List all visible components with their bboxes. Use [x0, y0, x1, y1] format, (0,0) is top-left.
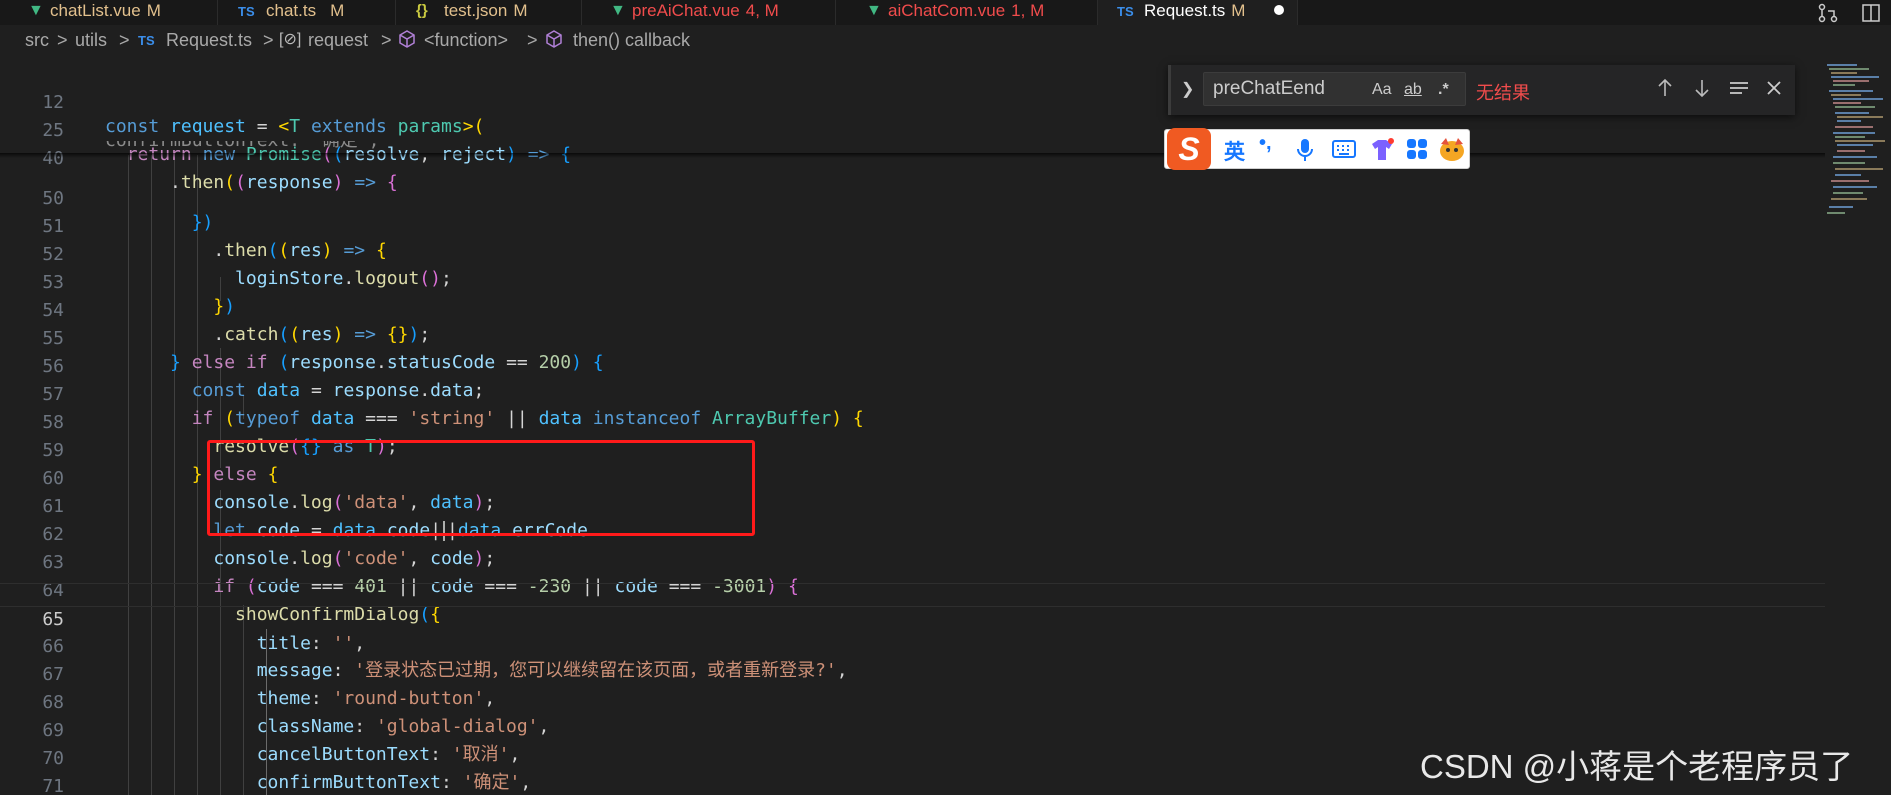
tab-label: aiChatCom.vue — [888, 1, 1006, 20]
highlight-annotation-box — [207, 440, 755, 536]
breadcrumb-separator: > — [57, 30, 68, 50]
code-line: 50 }) — [0, 163, 1825, 233]
ts-icon: TS — [1117, 4, 1134, 19]
mascot-icon[interactable] — [1437, 135, 1467, 168]
code-editor[interactable]: 12 const request = <T extends params>( 2… — [0, 55, 1825, 795]
split-editor-icon[interactable] — [1861, 3, 1881, 23]
function-cube-icon — [398, 28, 416, 56]
unsaved-dot-icon[interactable] — [1274, 5, 1284, 15]
tab-label: preAiChat.vue — [632, 1, 740, 20]
tab-label: Request.ts — [1144, 1, 1226, 20]
toggle-replace-chevron-icon[interactable]: ❯ — [1181, 79, 1194, 99]
code-line: 51 .then((res) => { — [0, 191, 1825, 261]
code-line: 53 }) — [0, 247, 1825, 317]
breadcrumb-separator: > — [527, 30, 538, 50]
find-input[interactable]: preChatEend Aa ab .* — [1203, 72, 1466, 106]
breadcrumb-item-request[interactable]: request — [308, 28, 368, 52]
breadcrumb-item-file[interactable]: Request.ts — [166, 28, 252, 52]
json-icon: {} — [416, 2, 428, 19]
breadcrumb-item-callback[interactable]: then() callback — [573, 28, 690, 52]
tab-label: test.json — [444, 1, 508, 20]
breadcrumb-item-function[interactable]: <function> — [424, 28, 508, 52]
toolbox-grid-icon[interactable] — [1406, 138, 1428, 165]
code-line: 55 } else if (response.statusCode == 200… — [0, 303, 1825, 373]
breadcrumb-item-utils[interactable]: utils — [75, 28, 107, 52]
breadcrumb-separator: > — [263, 30, 274, 50]
vue-icon: ▼ — [610, 2, 626, 19]
tab-status: M — [146, 1, 161, 20]
code-line: 66 message: '登录状态已过期，您可以继续留在该页面，或者重新登录?'… — [0, 611, 1825, 681]
tab-status: M — [513, 1, 528, 20]
csdn-watermark: CSDN @小蒋是个老程序员了 — [1420, 748, 1854, 785]
breadcrumb-separator: > — [381, 30, 392, 50]
ts-file-icon: TS — [138, 33, 155, 48]
ts-icon: TS — [238, 4, 255, 19]
tab-status: 4, M — [745, 1, 779, 20]
hidden-code-text: confirmButtonText: '确定', — [105, 141, 379, 153]
tab-aichatcom-vue[interactable]: ▼ aiChatCom.vue 1, M — [836, 0, 1098, 25]
tab-chat-ts[interactable]: TS chat.ts M — [218, 0, 396, 25]
match-whole-word-icon[interactable]: ab — [1404, 81, 1422, 99]
code-line: 54 .catch((res) => {}); — [0, 275, 1825, 345]
tab-status: 1, M — [1011, 1, 1045, 20]
code-line: 56 const data = response.data; — [0, 331, 1825, 401]
tab-status: M — [330, 1, 345, 20]
breadcrumb: src > utils > TS Request.ts > [⊘] reques… — [0, 28, 1891, 52]
code-line: 67 theme: 'round-button', — [0, 639, 1825, 709]
editor-tab-bar: ▼ chatList.vue M TS chat.ts M {} test.json… — [0, 0, 1891, 25]
use-regex-icon[interactable]: .* — [1438, 81, 1449, 99]
previous-match-arrow-icon[interactable] — [1656, 77, 1674, 104]
keyboard-icon[interactable] — [1332, 138, 1356, 165]
microphone-icon[interactable] — [1296, 138, 1314, 167]
code-line: 57 if (typeof data === 'string' || data … — [0, 359, 1825, 429]
minimap[interactable] — [1825, 60, 1891, 260]
code-line: 64 showConfirmDialog({ — [0, 555, 1825, 625]
vue-icon: ▼ — [866, 2, 882, 19]
code-line: 68 className: 'global-dialog', — [0, 667, 1825, 737]
code-line-current: 65 title: '', — [0, 583, 1825, 654]
line-number: 71 — [42, 776, 64, 795]
method-cube-icon — [545, 28, 563, 56]
next-match-arrow-icon[interactable] — [1693, 77, 1711, 104]
sogou-logo-icon[interactable]: S — [1167, 128, 1211, 170]
source-control-icon[interactable] — [1817, 3, 1839, 23]
tab-preaichat-vue[interactable]: ▼ preAiChat.vue 4, M — [582, 0, 836, 25]
tab-chatlist-vue[interactable]: ▼ chatList.vue M — [0, 0, 218, 25]
ime-toolbar: S 英 •, — [1164, 128, 1470, 170]
tab-status: M — [1231, 1, 1246, 20]
code-line: 59 } else { — [0, 415, 1825, 485]
code-line: 52 loginStore.logout(); — [0, 219, 1825, 289]
find-result-text: 无结果 — [1476, 83, 1530, 103]
code-line-partial: confirmButtonText: '确定', — [0, 141, 1825, 153]
breadcrumb-separator: > — [119, 30, 130, 50]
skin-shirt-icon[interactable] — [1368, 138, 1396, 167]
breadcrumb-item-src[interactable]: src — [25, 28, 49, 52]
sticky-scroll-shadow — [0, 153, 1825, 158]
code-line: 69 cancelButtonText: '取消', — [0, 695, 1825, 765]
find-in-selection-icon[interactable] — [1728, 77, 1750, 104]
code-line: 58 resolve({} as T); — [0, 387, 1825, 457]
variable-symbol-icon: [⊘] — [279, 31, 302, 48]
tab-request-ts[interactable]: TS Request.ts M — [1098, 0, 1298, 25]
punctuation-toggle-icon[interactable]: •, — [1259, 132, 1272, 155]
find-input-value: preChatEend — [1213, 78, 1325, 99]
tab-test-json[interactable]: {} test.json M — [396, 0, 582, 25]
editor-actions — [1817, 0, 1881, 25]
vue-icon: ▼ — [28, 2, 44, 19]
match-case-icon[interactable]: Aa — [1372, 81, 1392, 99]
find-widget: ❯ preChatEend Aa ab .* 无结果 — [1168, 65, 1795, 115]
tab-label: chatList.vue — [50, 1, 141, 20]
close-icon[interactable] — [1765, 77, 1783, 104]
tab-label: chat.ts — [266, 1, 317, 20]
ime-language-toggle[interactable]: 英 — [1224, 136, 1245, 166]
